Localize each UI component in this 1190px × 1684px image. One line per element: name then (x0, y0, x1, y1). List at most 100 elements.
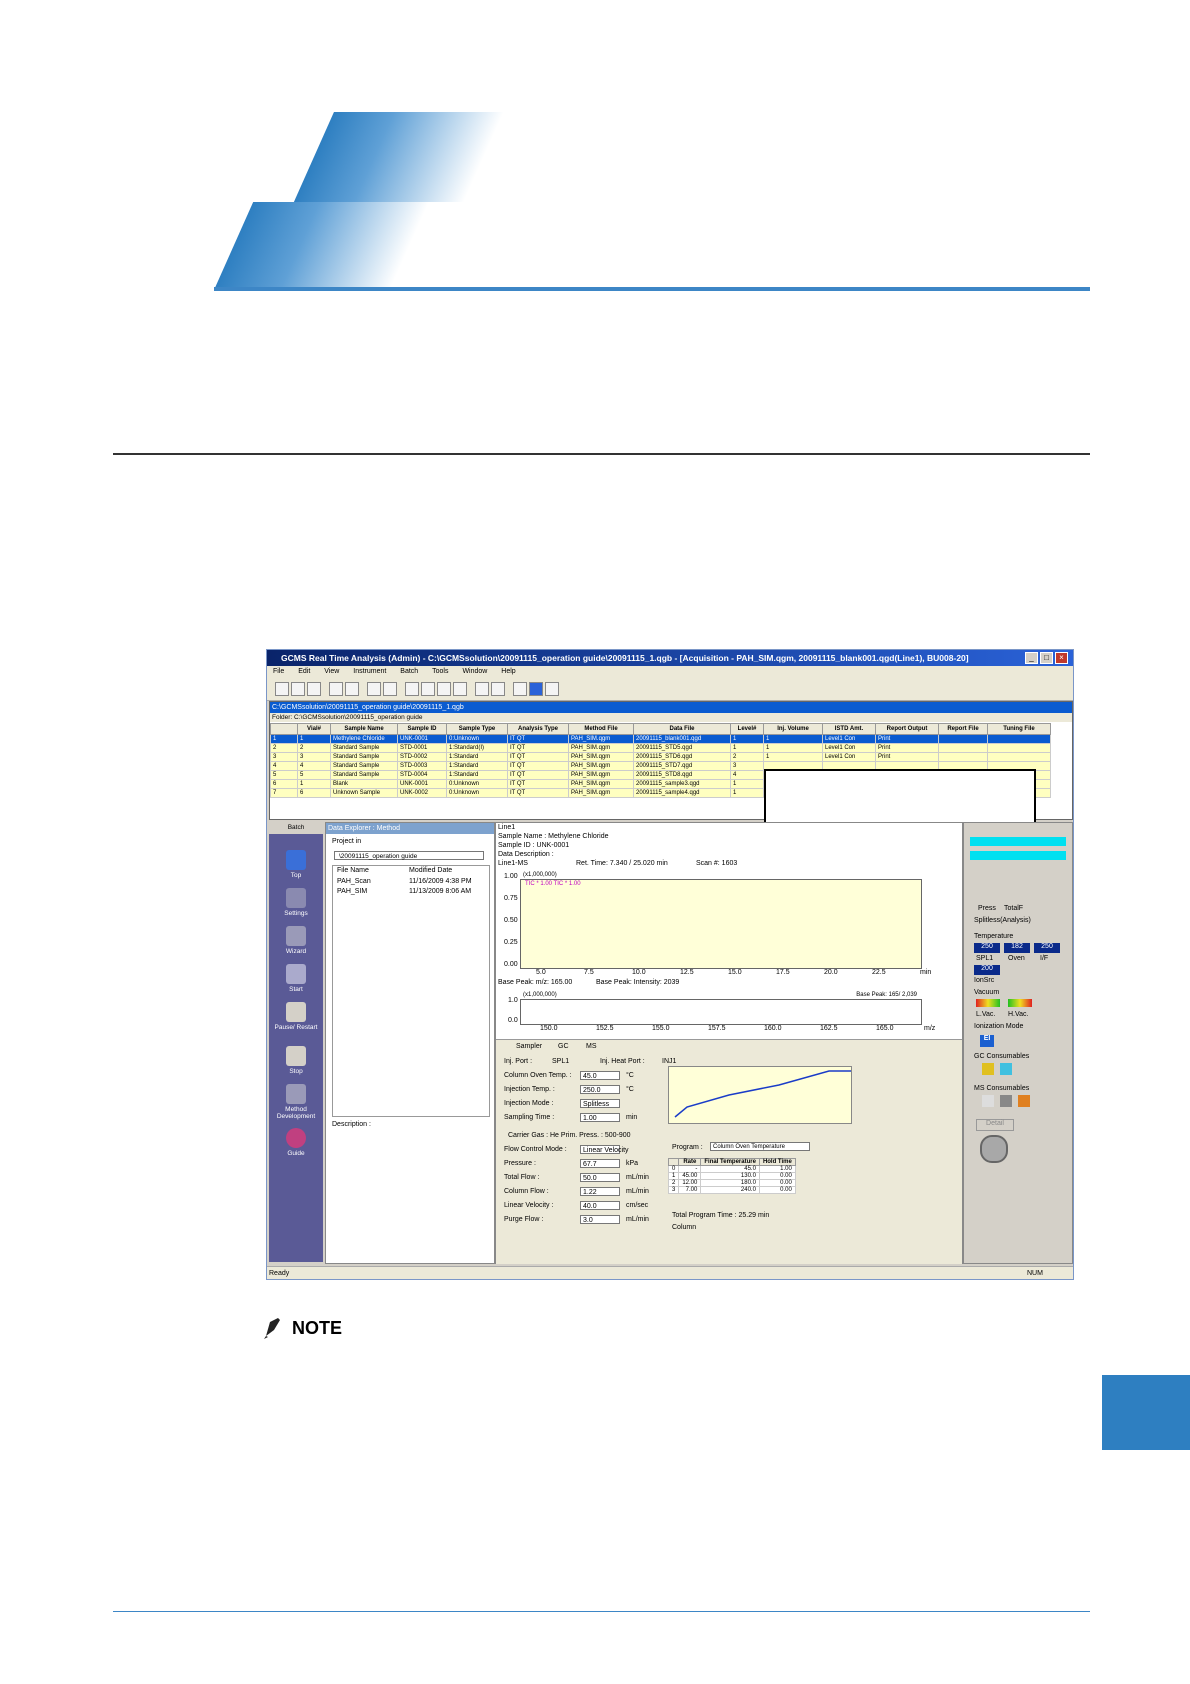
detail-button[interactable]: Detail (976, 1119, 1014, 1131)
help-icon[interactable] (491, 682, 505, 696)
layout3-icon[interactable] (437, 682, 451, 696)
acquire-icon[interactable] (367, 682, 381, 696)
param-label: Injection Temp. : (504, 1086, 555, 1093)
param-input[interactable]: 67.7 (580, 1159, 620, 1168)
pause-restart-icon[interactable] (286, 1002, 306, 1022)
param-input[interactable]: 1.00 (580, 1113, 620, 1122)
table-row[interactable]: 1 45.00 130.0 0.00 (667, 1172, 796, 1180)
table-row[interactable]: 1 1 Methylene Chloride UNK-0001 0:Unknown IT … (270, 734, 1051, 744)
table-cell: 0.00 (758, 1186, 796, 1194)
stop-assist-icon[interactable] (286, 1046, 306, 1066)
stop-icon[interactable] (545, 682, 559, 696)
menu-edit[interactable]: Edit (298, 668, 310, 675)
table-row[interactable]: 2 2 Standard Sample STD-0001 1:Standard(I) IT… (270, 743, 1051, 753)
assistant-start[interactable]: Start (269, 986, 323, 993)
save-icon[interactable] (307, 682, 321, 696)
new-icon[interactable] (275, 682, 289, 696)
start-icon[interactable] (286, 964, 306, 984)
layout4-icon[interactable] (453, 682, 467, 696)
param-input[interactable]: 45.0 (580, 1071, 620, 1080)
print-preview-icon[interactable] (345, 682, 359, 696)
menu-tools[interactable]: Tools (432, 668, 448, 675)
tab-sampler[interactable]: Sampler (516, 1043, 542, 1050)
table-row[interactable]: 2 12.00 180.0 0.00 (667, 1179, 796, 1187)
param-input[interactable]: 40.0 (580, 1201, 620, 1210)
gc-syringe-icon[interactable] (1000, 1063, 1012, 1075)
menu-view[interactable]: View (324, 668, 339, 675)
assistant-stop[interactable]: Stop (269, 1068, 323, 1075)
table-row[interactable]: 0-45.0 1.00 (667, 1165, 796, 1173)
maximize-button[interactable]: □ (1040, 652, 1053, 664)
table-row[interactable]: 3 3 Standard Sample STD-0002 1:Standard IT QT… (270, 752, 1051, 762)
batch-col-header[interactable]: ISTD Amt. (822, 723, 876, 735)
report-icon[interactable] (475, 682, 489, 696)
assistant-top[interactable]: Top (269, 872, 323, 879)
tab-gc[interactable]: GC (558, 1043, 569, 1050)
tab-ms[interactable]: MS (586, 1043, 597, 1050)
x-tick-4: 15.0 (728, 969, 742, 976)
close-button[interactable]: × (1055, 652, 1068, 664)
param-input[interactable]: 50.0 (580, 1173, 620, 1182)
top-icon[interactable] (286, 850, 306, 870)
param-input[interactable]: 1.22 (580, 1187, 620, 1196)
batch-col-header[interactable]: Tuning File (987, 723, 1051, 735)
project-select[interactable]: \20091115_operation guide (334, 851, 484, 860)
table-cell: PAH_SIM.qgm (568, 770, 634, 780)
y-tick-0: 1.00 (504, 873, 518, 880)
layout1-icon[interactable] (405, 682, 419, 696)
table-row[interactable]: 3 7.00 240.0 0.00 (667, 1186, 796, 1194)
batch-col-header[interactable]: Inj. Volume (763, 723, 823, 735)
batch-col-header[interactable]: Report Output (875, 723, 939, 735)
layout2-icon[interactable] (421, 682, 435, 696)
batch-col-header[interactable]: Data File (633, 723, 731, 735)
batch-col-header[interactable]: Report File (938, 723, 988, 735)
menu-file[interactable]: File (273, 668, 284, 675)
open-icon[interactable] (291, 682, 305, 696)
param-input[interactable]: Linear Velocity (580, 1145, 629, 1154)
batch-col-header[interactable]: Vial# (297, 723, 331, 735)
explorer-title: Data Explorer : Method (326, 823, 494, 834)
param-input[interactable]: Splitless (580, 1099, 620, 1108)
menu-batch[interactable]: Batch (400, 668, 418, 675)
print-icon[interactable] (329, 682, 343, 696)
pause-icon[interactable] (529, 682, 543, 696)
gc-consumable-icon[interactable] (982, 1063, 994, 1075)
method-development-icon[interactable] (286, 1084, 306, 1104)
file-name-0[interactable]: PAH_Scan (337, 878, 371, 885)
mass-spectrum-plot[interactable]: (x1,000,000) Base Peak: 165/ 2,039 (520, 992, 922, 1025)
play-icon[interactable] (513, 682, 527, 696)
filament-icon[interactable] (982, 1095, 994, 1107)
batch-col-header[interactable] (270, 723, 298, 735)
table-cell: UNK-0001 (397, 779, 447, 789)
acquire2-icon[interactable] (383, 682, 397, 696)
file-name-1[interactable]: PAH_SIM (337, 888, 367, 895)
batch-col-header[interactable]: Sample Type (446, 723, 508, 735)
param-input[interactable]: 250.0 (580, 1085, 620, 1094)
batch-col-header[interactable]: Analysis Type (507, 723, 569, 735)
program-select[interactable]: Column Oven Temperature (710, 1142, 810, 1151)
menu-help[interactable]: Help (501, 668, 515, 675)
table-cell: 1:Standard (446, 761, 508, 771)
pump-icon[interactable] (1000, 1095, 1012, 1107)
menu-window[interactable]: Window (462, 668, 487, 675)
batch-col-header[interactable]: Method File (568, 723, 634, 735)
assistant-pause[interactable]: Pause/ Restart (269, 1024, 323, 1031)
assistant-wizard[interactable]: Wizard (269, 948, 323, 955)
table-cell: 1 (730, 788, 764, 798)
guide-icon[interactable] (286, 1128, 306, 1148)
menu-instrument[interactable]: Instrument (353, 668, 386, 675)
assistant-guide[interactable]: Guide (269, 1150, 323, 1157)
batch-col-header[interactable]: Sample Name (330, 723, 398, 735)
chromatogram-plot[interactable]: (x1,000,000) TIC * 1.00 TIC * 1.00 (520, 872, 922, 969)
param-input[interactable]: 3.0 (580, 1215, 620, 1224)
batch-col-header[interactable]: Level# (730, 723, 764, 735)
assistant-method-dev[interactable]: Method Development (269, 1106, 323, 1120)
param-unit: °C (626, 1086, 634, 1093)
wizard-icon[interactable] (286, 926, 306, 946)
ms-x-tick-0: 150.0 (540, 1025, 558, 1032)
ms-part-icon[interactable] (1018, 1095, 1030, 1107)
settings-icon[interactable] (286, 888, 306, 908)
minimize-button[interactable]: _ (1025, 652, 1038, 664)
assistant-settings[interactable]: Settings (269, 910, 323, 917)
batch-col-header[interactable]: Sample ID (397, 723, 447, 735)
